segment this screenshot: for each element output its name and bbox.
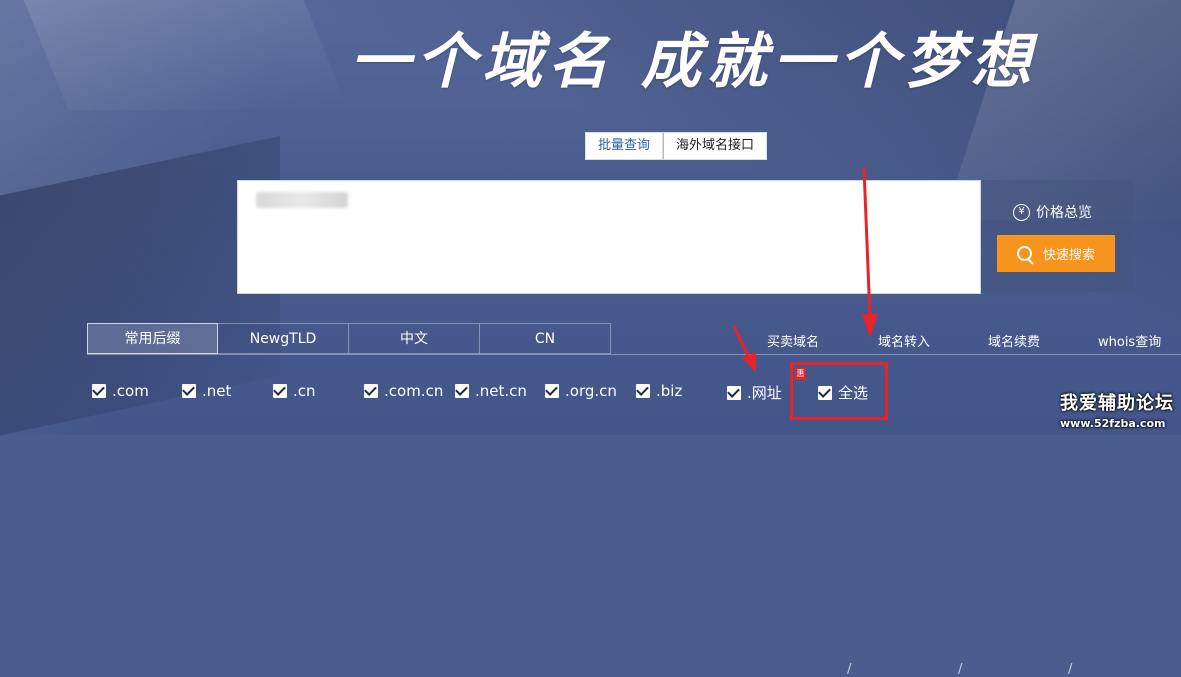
suffix-label: .网址 xyxy=(747,384,782,402)
link-separator: / xyxy=(958,662,963,677)
search-icon xyxy=(1016,245,1033,262)
suffix-label: .cn xyxy=(293,382,316,400)
query-tabs: 批量查询 海外域名接口 xyxy=(585,132,768,160)
watermark-title: 我爱辅助论坛 xyxy=(1060,393,1174,414)
link-domain-renew[interactable]: 域名续费 xyxy=(988,331,1040,350)
suffix-label: .org.cn xyxy=(565,382,617,400)
checkbox-checked-icon xyxy=(545,384,559,398)
tab-cn[interactable]: CN xyxy=(480,323,611,354)
suffix-checkbox-biz[interactable]: .biz xyxy=(636,382,682,400)
suffix-checkbox-com-cn[interactable]: .com.cn xyxy=(364,382,443,400)
link-separator: / xyxy=(847,662,852,677)
suffix-label: .com xyxy=(112,382,149,400)
suffix-checkbox-cn[interactable]: .cn xyxy=(273,382,316,400)
tab-chinese[interactable]: 中文 xyxy=(349,323,480,354)
price-overview-link[interactable]: ¥ 价格总览 xyxy=(1013,202,1092,222)
blurred-input-text xyxy=(256,192,348,208)
watermark: 我爱辅助论坛 www.52fzba.com xyxy=(1060,389,1174,430)
search-box xyxy=(237,180,981,294)
banner-slogan: 一个域名 成就一个梦想 xyxy=(350,27,1037,97)
suffix-label: .com.cn xyxy=(384,382,444,400)
link-whois[interactable]: whois查询 xyxy=(1098,331,1161,350)
link-domain-transfer[interactable]: 域名转入 xyxy=(878,331,930,350)
suffix-checkbox-net-cn[interactable]: .net.cn xyxy=(455,382,527,400)
checkbox-checked-icon xyxy=(182,384,196,398)
background-shape xyxy=(11,0,349,110)
suffix-checkbox-org-cn[interactable]: .org.cn xyxy=(545,382,617,400)
link-separator: / xyxy=(1068,662,1073,677)
tabs-underline xyxy=(87,354,1181,355)
domain-search-input[interactable] xyxy=(238,181,980,293)
checkbox-checked-icon xyxy=(273,384,287,398)
quick-search-label: 快速搜索 xyxy=(1042,247,1095,262)
suffix-checkbox-wangzhi[interactable]: .网址 xyxy=(727,382,782,403)
price-overview-label: 价格总览 xyxy=(1036,205,1092,221)
tab-newgtld[interactable]: NewgTLD xyxy=(218,323,349,354)
tab-overseas-api[interactable]: 海外域名接口 xyxy=(663,132,768,160)
suffix-label: .net.cn xyxy=(475,382,527,400)
checkbox-checked-icon xyxy=(727,385,741,400)
checkbox-checked-icon xyxy=(364,384,378,398)
quick-search-button[interactable]: 快速搜索 xyxy=(997,235,1115,272)
suffix-checkbox-net[interactable]: .net xyxy=(182,382,231,400)
suffix-checkbox-com[interactable]: .com xyxy=(92,382,149,400)
suffix-label: .biz xyxy=(656,382,683,400)
suffix-label: .net xyxy=(202,382,232,400)
watermark-url: www.52fzba.com xyxy=(1060,417,1166,430)
tab-batch-query[interactable]: 批量查询 xyxy=(585,132,664,160)
checkbox-checked-icon xyxy=(636,384,650,398)
annotation-highlight-box xyxy=(790,362,888,420)
yen-icon: ¥ xyxy=(1013,203,1030,221)
tab-common-suffix[interactable]: 常用后缀 xyxy=(87,323,218,354)
link-buy-sell-domain[interactable]: 买卖域名 xyxy=(767,331,819,350)
checkbox-checked-icon xyxy=(455,384,469,398)
suffix-tabs: 常用后缀 NewgTLD 中文 CN xyxy=(87,323,611,354)
checkbox-checked-icon xyxy=(92,384,106,398)
